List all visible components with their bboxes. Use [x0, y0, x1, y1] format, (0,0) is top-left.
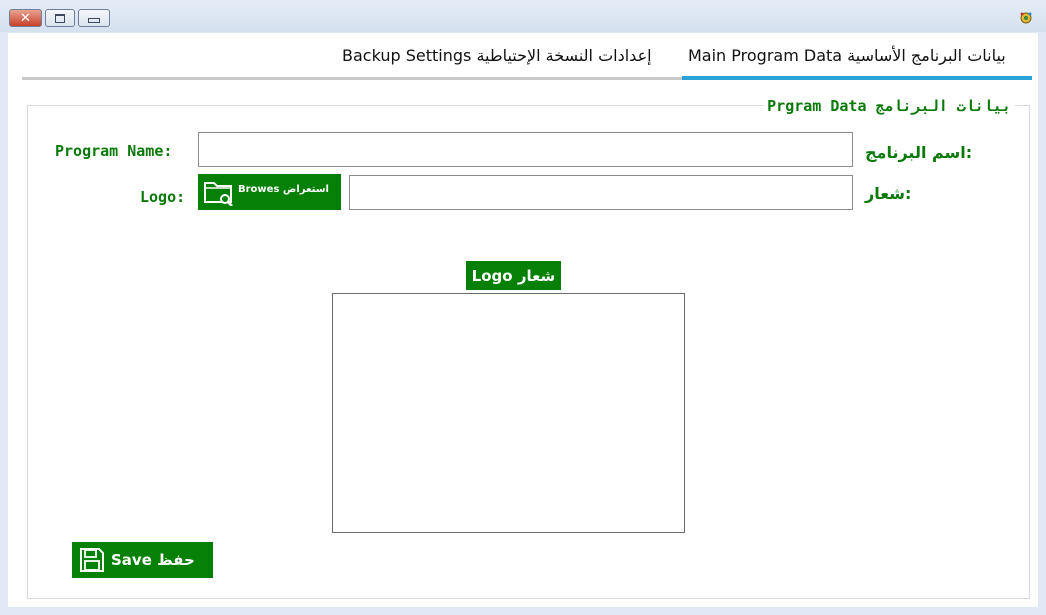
client-area: Backup Settings إعدادات النسخة الإحتياطي… — [8, 33, 1038, 607]
minimize-button[interactable] — [78, 9, 110, 27]
logo-caption: Logo شعار — [466, 261, 561, 290]
save-button-label: Save حفظ — [111, 551, 195, 569]
logo-preview-box[interactable] — [332, 293, 685, 533]
program-name-input[interactable] — [198, 132, 853, 167]
close-icon: ✕ — [20, 10, 31, 26]
close-button[interactable]: ✕ — [9, 9, 42, 27]
tab-backup-settings[interactable]: Backup Settings إعدادات النسخة الإحتياطي… — [342, 41, 652, 77]
title-bar: ✕ — [0, 0, 1046, 32]
program-name-label-en: Program Name: — [55, 142, 173, 160]
program-name-label-ar: اسم البرنامج: — [865, 143, 973, 162]
browse-button[interactable]: Browes استعراض — [198, 174, 341, 210]
logo-label-ar: شعار: — [865, 184, 912, 203]
tab-strip: Backup Settings إعدادات النسخة الإحتياطي… — [22, 41, 1032, 80]
active-tab-indicator — [682, 76, 1032, 80]
logo-path-input[interactable] — [349, 175, 853, 210]
tab-main-program-data[interactable]: Main Program Data بيانات البرنامج الأساس… — [688, 41, 1006, 77]
folder-search-icon — [204, 182, 233, 206]
browse-button-label: Browes استعراض — [238, 184, 329, 195]
save-button[interactable]: Save حفظ — [72, 542, 213, 578]
app-window: ✕ Backup Settings إعدادات النسخة الإحتيا… — [0, 0, 1046, 615]
restore-button[interactable] — [45, 9, 75, 27]
logo-label-en: Logo: — [140, 188, 186, 206]
group-title: Prgram Data بيانات البرنامج — [763, 97, 1015, 115]
app-icon — [1020, 12, 1032, 24]
floppy-disk-icon — [80, 548, 104, 572]
minimize-icon — [88, 17, 100, 23]
restore-icon — [55, 13, 65, 23]
